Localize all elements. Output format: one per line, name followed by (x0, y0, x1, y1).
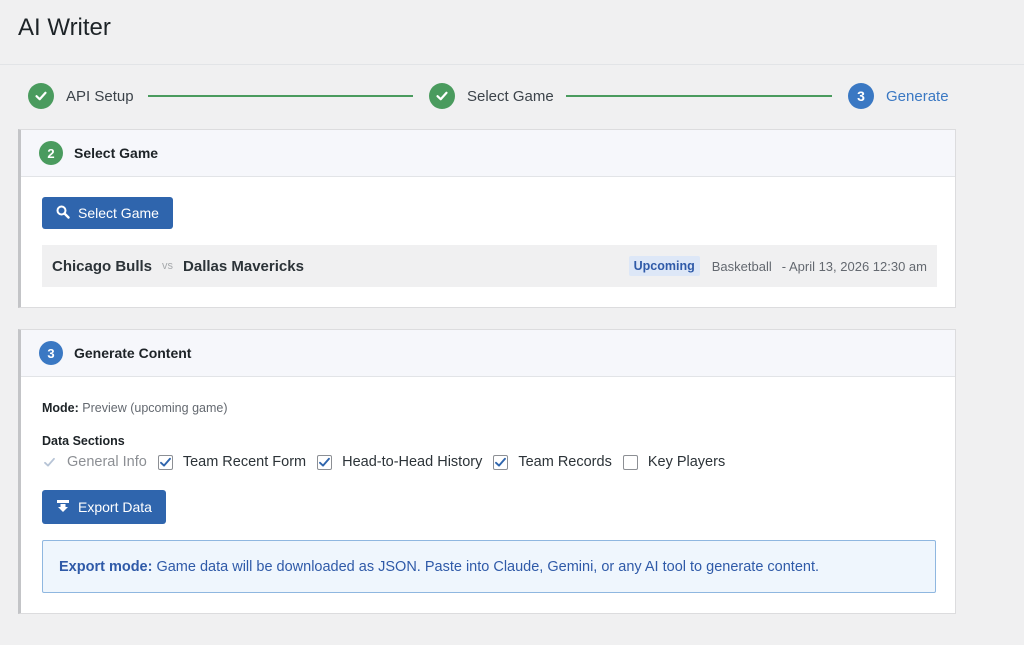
button-label: Select Game (78, 205, 159, 221)
download-icon (56, 499, 70, 516)
sport-label: Basketball (711, 258, 772, 274)
checkbox-label[interactable]: Key Players (648, 454, 725, 470)
checkbox-key-players[interactable]: Key Players (622, 454, 725, 470)
checkbox-label[interactable]: Head-to-Head History (342, 454, 482, 470)
mode-label: Mode: (42, 401, 79, 415)
button-label: Export Data (78, 499, 152, 515)
data-sections-label: Data Sections (42, 434, 125, 448)
progress-stepper: API Setup Select Game 3 Generate (28, 82, 958, 110)
data-sections-checkboxes: General Info Team Recent Form Head-to-He… (42, 454, 736, 470)
checkmark-icon[interactable] (493, 454, 509, 470)
card-title: Generate Content (74, 345, 192, 361)
checkbox-general-info: General Info (42, 454, 147, 470)
export-data-button[interactable]: Export Data (42, 490, 166, 524)
search-icon (56, 205, 70, 222)
away-team: Dallas Mavericks (183, 257, 304, 275)
checkbox-team-recent-form[interactable]: Team Recent Form (157, 454, 306, 470)
checkbox-team-records[interactable]: Team Records (493, 454, 612, 470)
step-label: Generate (886, 87, 949, 105)
checkmark-icon[interactable] (317, 454, 333, 470)
checkbox-label: General Info (67, 454, 147, 470)
notice-text: Game data will be downloaded as JSON. Pa… (156, 558, 819, 575)
step-label: API Setup (66, 87, 134, 105)
card-title: Select Game (74, 145, 159, 161)
select-game-button[interactable]: Select Game (42, 197, 173, 229)
section-number-badge: 3 (39, 341, 63, 365)
home-team: Chicago Bulls (52, 257, 153, 275)
check-icon (28, 83, 54, 109)
section-number-badge: 2 (39, 141, 63, 165)
checkmark-icon (42, 455, 57, 470)
card-header: 3 Generate Content (21, 330, 955, 377)
mode-value: Preview (upcoming game) (82, 401, 228, 415)
game-datetime: - April 13, 2026 12:30 am (781, 258, 927, 274)
step-number: 3 (848, 83, 874, 109)
generate-content-card: 3 Generate Content Mode: Preview (upcomi… (18, 329, 956, 614)
title-divider (0, 64, 1024, 65)
step-generate[interactable]: 3 Generate (848, 82, 949, 110)
game-meta: Upcoming Basketball - April 13, 2026 12:… (628, 256, 927, 276)
notice-title: Export mode: (59, 558, 153, 575)
export-mode-notice: Export mode: Game data will be downloade… (42, 540, 936, 593)
checkbox-label[interactable]: Team Records (518, 454, 611, 470)
checkmark-icon[interactable] (157, 454, 173, 470)
step-connector (566, 95, 832, 97)
step-connector (148, 95, 413, 97)
step-select-game[interactable]: Select Game (429, 82, 554, 110)
page-title: AI Writer (18, 14, 111, 41)
status-badge: Upcoming (628, 256, 700, 276)
empty-checkbox[interactable] (622, 454, 638, 470)
checkbox-label[interactable]: Team Recent Form (183, 454, 306, 470)
check-icon (429, 83, 455, 109)
select-game-card: 2 Select Game Select Game Chicago Bulls … (18, 129, 956, 308)
selected-game-row: Chicago Bulls vs Dallas Mavericks Upcomi… (42, 245, 937, 287)
step-api-setup[interactable]: API Setup (28, 82, 134, 110)
mode-line: Mode: Preview (upcoming game) (42, 401, 228, 415)
checkbox-head-to-head-history[interactable]: Head-to-Head History (317, 454, 482, 470)
step-label: Select Game (467, 87, 554, 105)
vs-label: vs (162, 260, 174, 272)
card-header: 2 Select Game (21, 130, 955, 177)
